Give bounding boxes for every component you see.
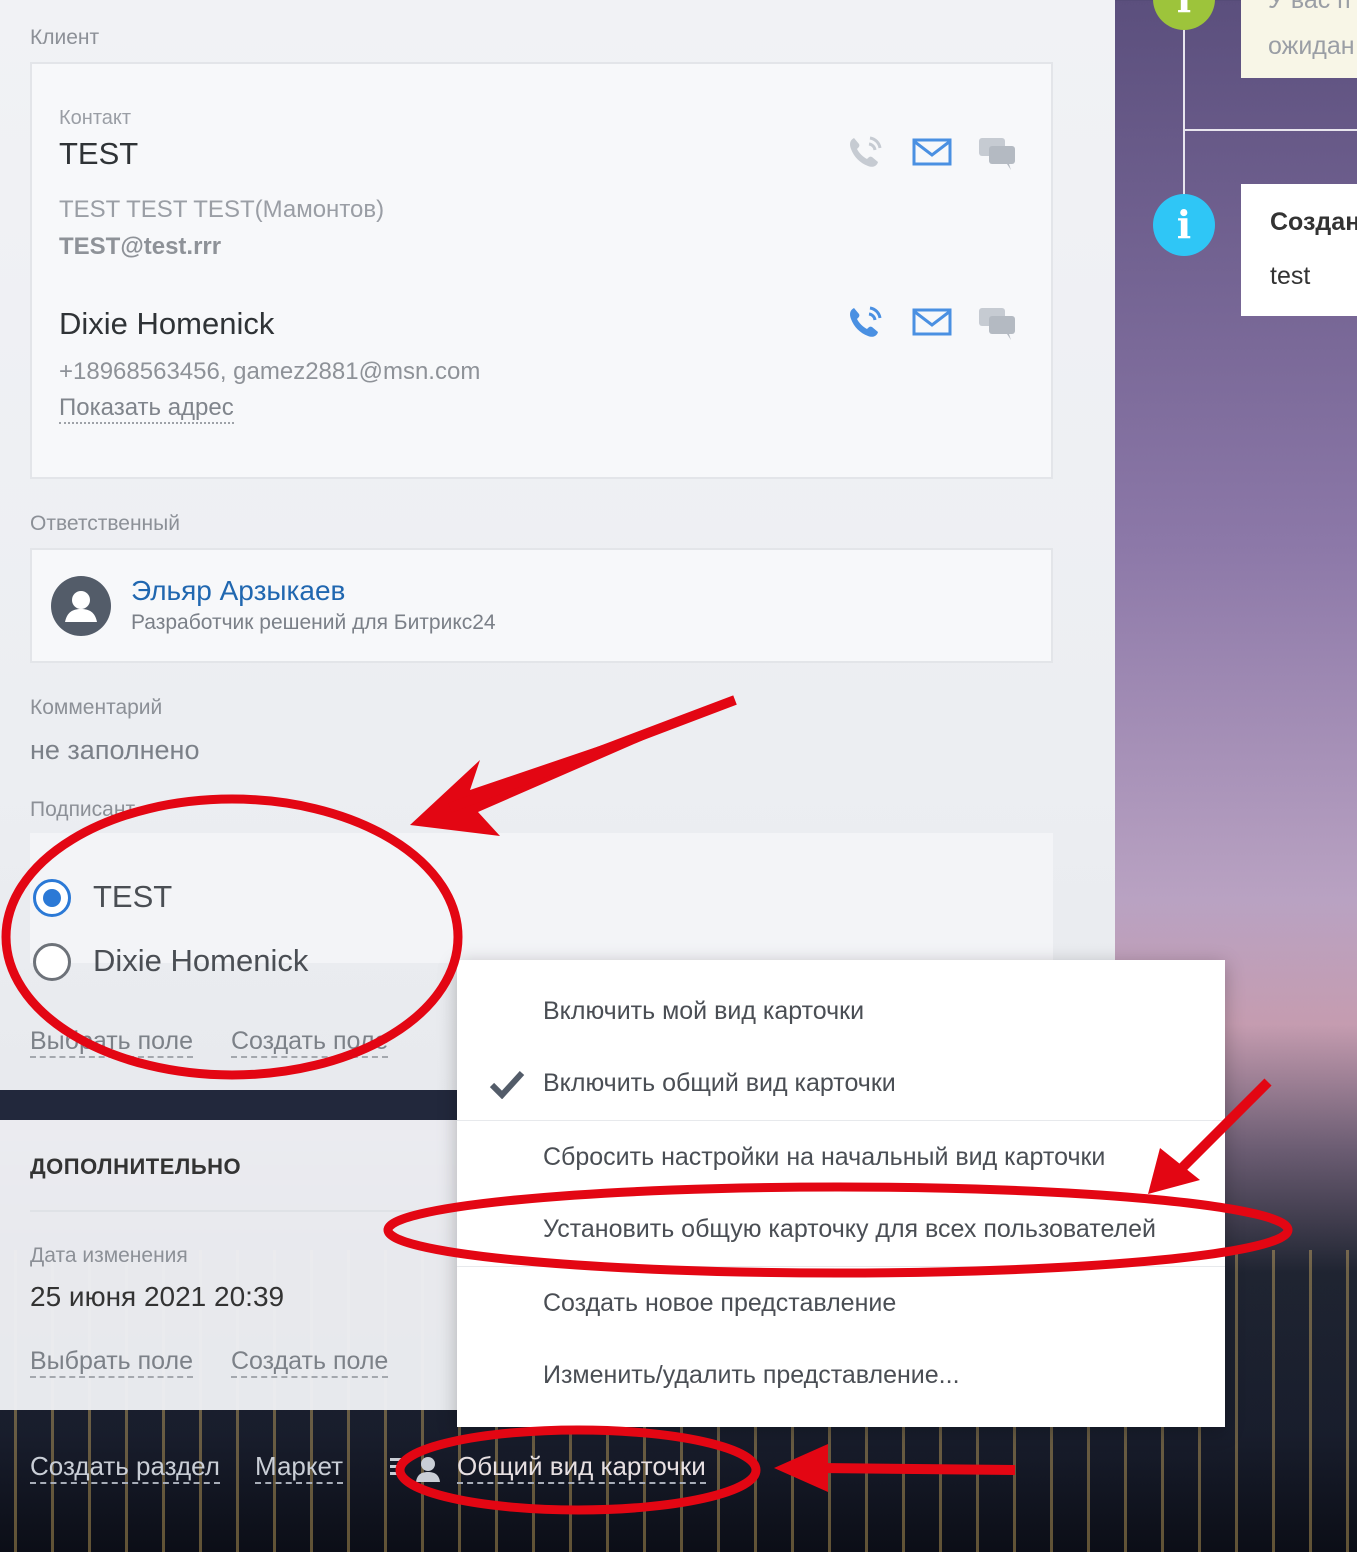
menu-item-my-view[interactable]: Включить мой вид карточки xyxy=(457,975,1225,1047)
radio-label-test[interactable]: TEST xyxy=(93,879,172,915)
common-card-view-button[interactable]: Общий вид карточки xyxy=(457,1450,706,1484)
select-field-link[interactable]: Выбрать поле xyxy=(30,1026,194,1058)
show-address-link[interactable]: Показать адрес xyxy=(59,394,234,424)
menu-item-common-view-label: Включить общий вид карточки xyxy=(543,1069,896,1097)
additional-heading: ДОПОЛНИТЕЛЬНО xyxy=(30,1154,242,1179)
menu-item-common-view[interactable]: Включить общий вид карточки xyxy=(457,1047,1225,1119)
radio-label-dixie[interactable]: Dixie Homenick xyxy=(93,943,308,979)
timeline-created-title: Создан xyxy=(1270,208,1357,236)
chat-icon[interactable] xyxy=(977,306,1017,342)
chat-icon[interactable] xyxy=(977,136,1017,172)
timeline-created-card[interactable] xyxy=(1241,184,1357,316)
timeline-wait-text-1: У вас п xyxy=(1268,0,1351,14)
checkmark-icon xyxy=(489,1070,525,1099)
comment-label: Комментарий xyxy=(30,696,163,719)
card-view-settings-icon[interactable] xyxy=(390,1452,446,1484)
responsible-role: Разработчик решений для Битрикс24 xyxy=(131,611,496,634)
card-view-menu: Включить мой вид карточки Включить общий… xyxy=(457,960,1225,1427)
panel-divider xyxy=(0,1090,460,1120)
timeline-info-icon: i xyxy=(1153,194,1215,256)
menu-item-reset[interactable]: Сбросить настройки на начальный вид карт… xyxy=(457,1121,1225,1193)
menu-item-set-common-for-all[interactable]: Установить общую карточку для всех польз… xyxy=(457,1193,1225,1265)
timeline-wait-icon: i xyxy=(1153,0,1215,30)
radio-signatory-test[interactable] xyxy=(33,879,71,917)
radio-signatory-dixie[interactable] xyxy=(33,943,71,981)
contact-label: Контакт xyxy=(59,107,132,129)
contact-email-1: TEST@test.rrr xyxy=(59,233,222,260)
timeline-wait-text-2: ожидан xyxy=(1268,32,1355,60)
client-section-label: Клиент xyxy=(30,26,100,49)
phone-icon[interactable] xyxy=(846,134,886,170)
contact-name-1[interactable]: TEST xyxy=(59,136,138,172)
additional-divider xyxy=(30,1210,460,1212)
date-changed-label: Дата изменения xyxy=(30,1244,188,1267)
contact-name-2[interactable]: Dixie Homenick xyxy=(59,306,274,342)
signatory-label: Подписант xyxy=(30,798,136,821)
create-field-link-2[interactable]: Создать поле xyxy=(231,1346,389,1378)
timeline-created-text: test xyxy=(1270,262,1311,290)
contact-phone-email-2: +18968563456, gamez2881@msn.com xyxy=(59,358,481,385)
mail-icon[interactable] xyxy=(912,306,952,342)
date-changed-value: 25 июня 2021 20:39 xyxy=(30,1281,285,1312)
menu-item-edit-view[interactable]: Изменить/удалить представление... xyxy=(457,1339,1225,1411)
responsible-name-link[interactable]: Эльяр Арзыкаев xyxy=(131,575,345,607)
user-silhouette-icon xyxy=(65,591,97,622)
select-field-link-2[interactable]: Выбрать поле xyxy=(30,1346,194,1378)
avatar[interactable] xyxy=(51,576,111,636)
responsible-section-label: Ответственный xyxy=(30,512,180,535)
market-link[interactable]: Маркет xyxy=(255,1450,344,1484)
contact-company-1: TEST TEST TEST(Мамонтов) xyxy=(59,196,385,223)
timeline-branch-line xyxy=(1183,129,1357,131)
create-section-link[interactable]: Создать раздел xyxy=(30,1450,220,1484)
phone-icon[interactable] xyxy=(846,304,886,340)
comment-value: не заполнено xyxy=(30,735,200,765)
mail-icon[interactable] xyxy=(912,136,952,172)
create-field-link[interactable]: Создать поле xyxy=(231,1026,389,1058)
menu-item-create-view[interactable]: Создать новое представление xyxy=(457,1267,1225,1339)
